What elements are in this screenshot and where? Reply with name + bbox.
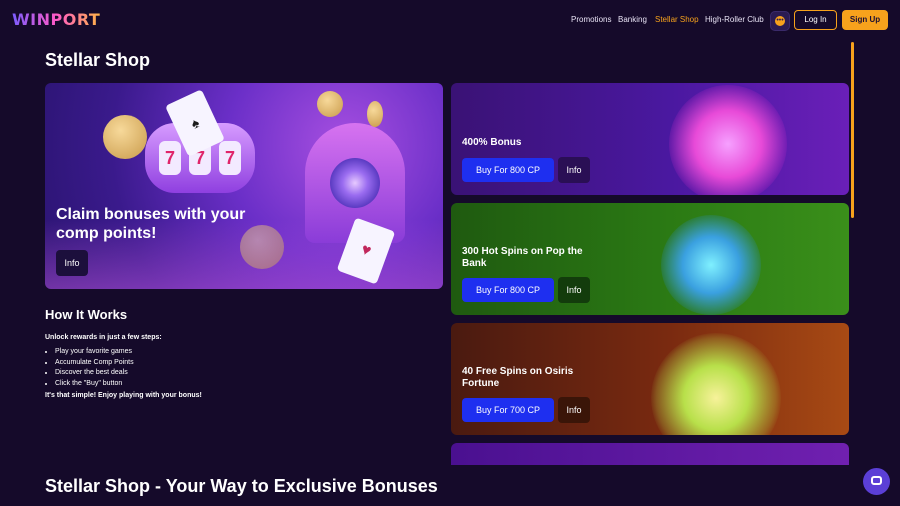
signup-button[interactable]: Sign Up [842, 10, 888, 30]
buy-button[interactable]: Buy For 800 CP [462, 158, 554, 182]
list-item: Play your favorite games [55, 347, 134, 358]
offer-card-hot-spins: 300 Hot Spins on Pop the Bank Buy For 80… [451, 203, 849, 315]
steps-list: Play your favorite games Accumulate Comp… [45, 347, 134, 389]
nav-promotions[interactable]: Promotions [571, 15, 611, 24]
osiris-fortune-illustration [651, 333, 781, 435]
offers-scrollbar[interactable] [851, 42, 854, 218]
offer-card-partial [451, 443, 849, 465]
page-title: Stellar Shop [45, 50, 151, 70]
support-chat-button[interactable] [863, 468, 890, 495]
coin-illustration [317, 91, 343, 117]
list-item: Accumulate Comp Points [55, 358, 134, 369]
info-button[interactable]: Info [558, 277, 590, 303]
nav-high-roller-club[interactable]: High-Roller Club [705, 15, 764, 24]
coin-illustration [367, 101, 383, 127]
hero-banner: 7 7 7 ♠ ♥ Claim bonuses with your comp p… [45, 83, 443, 289]
offer-title: 40 Free Spins on Osiris Fortune [462, 366, 574, 389]
how-it-works-heading: How It Works [45, 307, 128, 322]
bonus-wheel-illustration [669, 85, 787, 195]
offer-title: 300 Hot Spins on Pop the Bank [462, 246, 583, 269]
list-item: Click the "Buy" button [55, 379, 134, 390]
offer-card-400-bonus: 400% Bonus Buy For 800 CP Info [451, 83, 849, 195]
how-it-works-intro: Unlock rewards in just a few steps: [45, 334, 162, 341]
login-button[interactable]: Log In [794, 10, 837, 30]
offer-title: 400% Bonus [462, 137, 522, 148]
nav-stellar-shop[interactable]: Stellar Shop [655, 15, 699, 24]
buy-button[interactable]: Buy For 800 CP [462, 278, 554, 302]
hero-heading: Claim bonuses with your comp points! [56, 206, 246, 242]
chat-button[interactable]: ••• [770, 11, 790, 31]
info-button[interactable]: Info [558, 157, 590, 183]
buy-button[interactable]: Buy For 700 CP [462, 398, 554, 422]
coin-illustration [103, 115, 147, 159]
nav-banking[interactable]: Banking [618, 15, 647, 24]
how-it-works-outro: It's that simple! Enjoy playing with you… [45, 392, 202, 399]
hero-info-button[interactable]: Info [56, 250, 88, 276]
info-button[interactable]: Info [558, 397, 590, 423]
bottom-heading: Stellar Shop - Your Way to Exclusive Bon… [45, 476, 438, 496]
offer-card-free-spins: 40 Free Spins on Osiris Fortune Buy For … [451, 323, 849, 435]
pop-the-bank-character-illustration [661, 215, 761, 315]
header: WINPORT Promotions Banking Stellar Shop … [0, 0, 900, 40]
list-item: Discover the best deals [55, 368, 134, 379]
chat-bubble-icon: ••• [775, 16, 785, 26]
winport-logo[interactable]: WINPORT [12, 10, 100, 29]
chat-icon [871, 476, 882, 485]
